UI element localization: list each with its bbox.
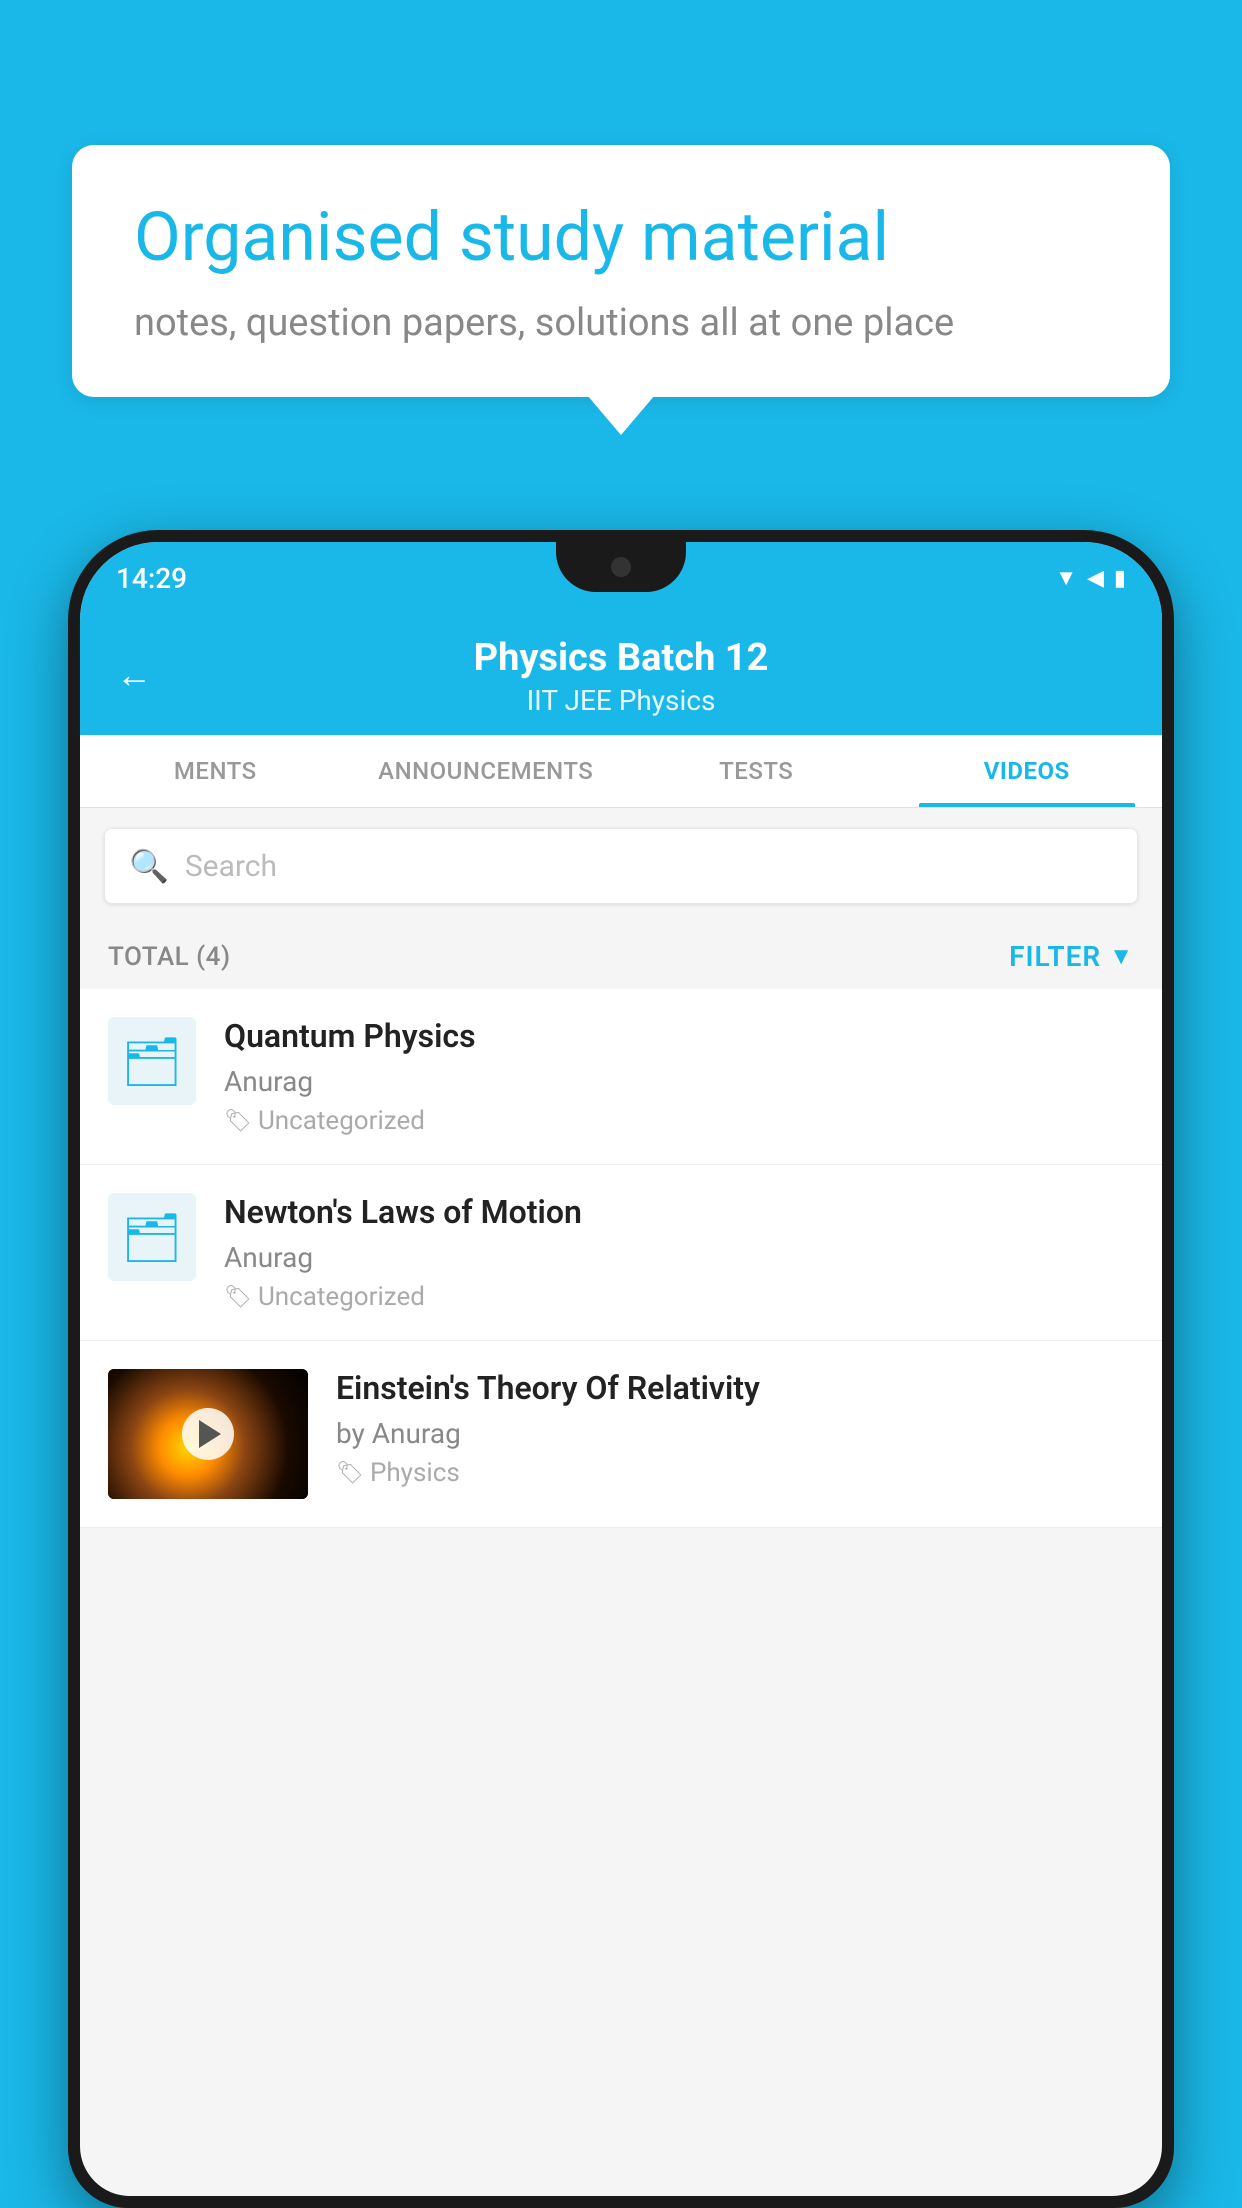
item-title: Quantum Physics [224, 1017, 1134, 1055]
play-icon [199, 1420, 221, 1448]
tag-icon: 🏷 [224, 1285, 252, 1310]
list-item[interactable]: Einstein's Theory Of Relativity by Anura… [80, 1341, 1162, 1528]
tab-announcements[interactable]: ANNOUNCEMENTS [351, 735, 622, 807]
filter-icon: ▼ [1109, 942, 1134, 971]
header-title: Physics Batch 12 [116, 636, 1126, 680]
video-list: 🗂 Quantum Physics Anurag 🏷 Uncategorized… [80, 989, 1162, 1528]
battery-icon: ▮ [1114, 566, 1126, 591]
item-author: by Anurag [336, 1417, 1134, 1450]
item-thumbnail: 🗂 [108, 1017, 196, 1105]
item-author: Anurag [224, 1241, 1134, 1274]
item-tag: 🏷 Uncategorized [224, 1106, 1134, 1136]
status-icons: ▼ ◀ ▮ [1055, 565, 1126, 591]
item-tag: 🏷 Uncategorized [224, 1282, 1134, 1312]
folder-icon: 🗂 [122, 1033, 183, 1090]
header-subtitle: IIT JEE Physics [116, 684, 1126, 717]
back-button[interactable]: ← [116, 654, 152, 696]
phone-frame: 14:29 ▼ ◀ ▮ ← Physics Batch 12 IIT JEE P… [68, 530, 1174, 2208]
folder-icon: 🗂 [122, 1209, 183, 1266]
bubble-subtitle: notes, question papers, solutions all at… [134, 301, 1108, 345]
item-thumbnail [108, 1369, 308, 1499]
tag-icon: 🏷 [336, 1461, 364, 1486]
phone-screen: 14:29 ▼ ◀ ▮ ← Physics Batch 12 IIT JEE P… [80, 542, 1162, 2196]
wifi-icon: ▼ [1055, 565, 1077, 591]
item-info: Newton's Laws of Motion Anurag 🏷 Uncateg… [224, 1193, 1134, 1312]
list-item[interactable]: 🗂 Quantum Physics Anurag 🏷 Uncategorized [80, 989, 1162, 1165]
item-author: Anurag [224, 1065, 1134, 1098]
camera [611, 557, 631, 577]
video-thumbnail-image [108, 1369, 308, 1499]
item-title: Einstein's Theory Of Relativity [336, 1369, 1134, 1407]
speech-bubble: Organised study material notes, question… [72, 145, 1170, 397]
tab-tests[interactable]: TESTS [621, 735, 892, 807]
search-placeholder: Search [185, 849, 277, 884]
item-info: Quantum Physics Anurag 🏷 Uncategorized [224, 1017, 1134, 1136]
bubble-title: Organised study material [134, 197, 1108, 279]
filter-bar: TOTAL (4) FILTER ▼ [80, 924, 1162, 989]
tab-ments[interactable]: MENTS [80, 735, 351, 807]
item-thumbnail: 🗂 [108, 1193, 196, 1281]
search-bar[interactable]: 🔍 Search [104, 828, 1138, 904]
status-time: 14:29 [116, 562, 187, 595]
app-header: ← Physics Batch 12 IIT JEE Physics [80, 614, 1162, 735]
play-button[interactable] [182, 1408, 234, 1460]
status-bar: 14:29 ▼ ◀ ▮ [80, 542, 1162, 614]
tab-bar: MENTS ANNOUNCEMENTS TESTS VIDEOS [80, 735, 1162, 808]
signal-icon: ◀ [1087, 566, 1104, 591]
item-title: Newton's Laws of Motion [224, 1193, 1134, 1231]
total-count: TOTAL (4) [108, 942, 231, 972]
item-info: Einstein's Theory Of Relativity by Anura… [336, 1369, 1134, 1488]
tab-videos[interactable]: VIDEOS [892, 735, 1163, 807]
list-item[interactable]: 🗂 Newton's Laws of Motion Anurag 🏷 Uncat… [80, 1165, 1162, 1341]
tag-icon: 🏷 [224, 1109, 252, 1134]
search-icon: 🔍 [129, 847, 169, 885]
filter-button[interactable]: FILTER ▼ [1009, 940, 1134, 973]
notch [556, 542, 686, 592]
item-tag: 🏷 Physics [336, 1458, 1134, 1488]
